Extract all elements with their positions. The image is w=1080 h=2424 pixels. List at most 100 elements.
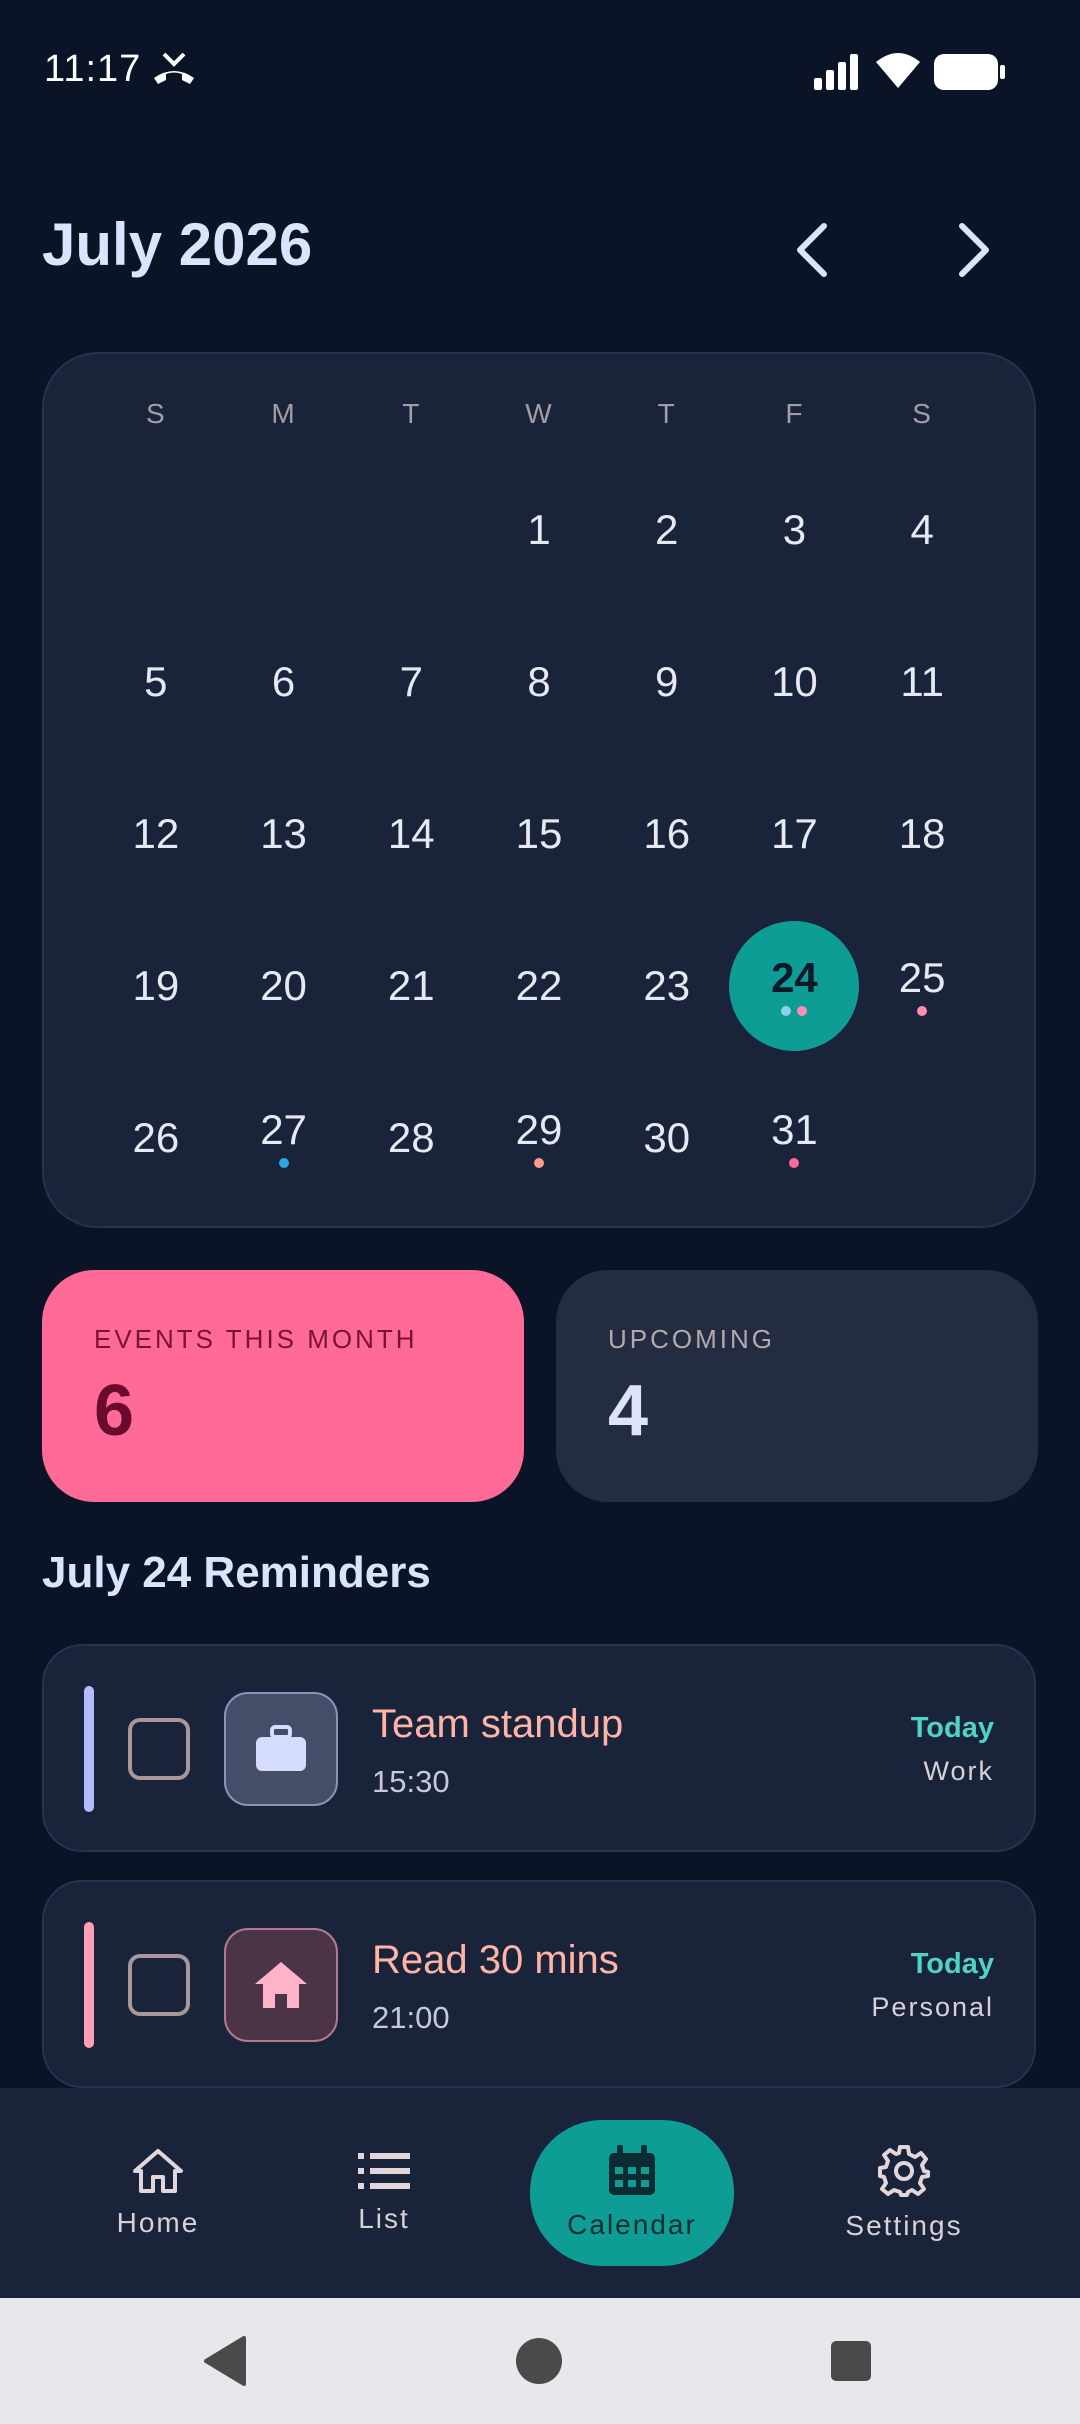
reminder-item[interactable]: Team standup 15:30 Today Work (42, 1644, 1036, 1852)
calendar-day[interactable]: 23 (603, 910, 731, 1062)
calendar-blank-cell (92, 454, 220, 606)
event-dots (789, 1158, 800, 1168)
nav-item-settings[interactable]: Settings (804, 2120, 1004, 2266)
battery-icon (934, 54, 1005, 90)
calendar-day[interactable]: 28 (347, 1062, 475, 1214)
nav-item-list[interactable]: List (284, 2120, 484, 2266)
calendar-day-number: 15 (515, 810, 563, 857)
calendar-day[interactable]: 3 (731, 454, 859, 606)
calendar-day[interactable]: 29 (475, 1062, 603, 1214)
next-month-button[interactable] (934, 210, 1014, 290)
previous-month-button[interactable] (772, 210, 852, 290)
home-circle-icon[interactable] (508, 2330, 570, 2392)
reminder-item[interactable]: Read 30 mins 21:00 Today Personal (42, 1880, 1036, 2088)
calendar-day[interactable]: 27 (220, 1062, 348, 1214)
calendar-day-number: 23 (643, 962, 691, 1009)
calendar-day[interactable]: 15 (475, 758, 603, 910)
calendar-day[interactable]: 25 (858, 910, 986, 1062)
reminder-title: Team standup (372, 1702, 624, 1746)
list-icon (358, 2153, 410, 2189)
calendar-day[interactable]: 8 (475, 606, 603, 758)
calendar-day[interactable]: 31 (731, 1062, 859, 1214)
calendar-day[interactable]: 24 (731, 910, 859, 1062)
calendar-day-number: 5 (144, 658, 168, 705)
calendar-day[interactable]: 30 (603, 1062, 731, 1214)
calendar-blank-cell (220, 454, 348, 606)
calendar-day[interactable]: 19 (92, 910, 220, 1062)
status-time: 11:17 (44, 48, 142, 90)
calendar-day[interactable]: 6 (220, 606, 348, 758)
chevron-right-icon (959, 223, 989, 277)
calendar-day[interactable]: 16 (603, 758, 731, 910)
home-icon (255, 1962, 307, 2008)
event-dots (278, 1158, 289, 1168)
calendar-day-number: 7 (399, 658, 423, 705)
calendar-day[interactable]: 7 (347, 606, 475, 758)
reminder-checkbox[interactable] (128, 1718, 190, 1780)
back-triangle-icon[interactable] (196, 2330, 258, 2392)
calendar-day-number: 11 (900, 658, 944, 705)
reminder-accent-bar (84, 1686, 94, 1812)
reminder-title: Read 30 mins (372, 1938, 619, 1982)
recents-square-icon[interactable] (820, 2330, 882, 2392)
calendar-day[interactable]: 26 (92, 1062, 220, 1214)
nav-item-home[interactable]: Home (58, 2120, 258, 2266)
calendar-day[interactable]: 21 (347, 910, 475, 1062)
calendar-day[interactable]: 20 (220, 910, 348, 1062)
upcoming-card[interactable]: UPCOMING 4 (556, 1270, 1038, 1502)
event-dots (533, 1158, 544, 1168)
reminder-type-tile (224, 1692, 338, 1806)
events-this-month-card[interactable]: EVENTS THIS MONTH 6 (42, 1270, 524, 1502)
status-bar: 11:17 (0, 0, 1080, 140)
calendar-day[interactable]: 17 (731, 758, 859, 910)
call-missed-icon (154, 52, 194, 84)
gear-icon (878, 2145, 930, 2197)
reminder-category: Personal (871, 1992, 994, 2022)
reminder-accent-bar (84, 1922, 94, 2048)
calendar-day-number: 3 (782, 506, 807, 553)
event-dot (917, 1006, 928, 1016)
calendar-day-number: 12 (132, 810, 180, 857)
calendar-day-number: 10 (771, 658, 818, 705)
reminder-checkbox[interactable] (128, 1954, 190, 2016)
weekday-label: T (402, 398, 421, 429)
calendar-day[interactable]: 2 (603, 454, 731, 606)
calendar-day-number: 27 (260, 1106, 307, 1153)
calendar-day[interactable]: 22 (475, 910, 603, 1062)
calendar-day-number: 13 (260, 810, 307, 857)
reminder-category: Work (923, 1756, 994, 1786)
events-this-month-value: 6 (94, 1371, 135, 1451)
weekday-label: F (785, 398, 804, 429)
event-dot (533, 1158, 544, 1168)
nav-label: List (358, 2203, 410, 2234)
nav-item-calendar[interactable]: Calendar (530, 2120, 734, 2266)
calendar-day[interactable]: 10 (731, 606, 859, 758)
calendar-day[interactable]: 9 (603, 606, 731, 758)
calendar-day-number: 25 (898, 954, 946, 1001)
calendar-day-number: 31 (771, 1106, 818, 1153)
event-dot (278, 1158, 289, 1168)
upcoming-label: UPCOMING (608, 1324, 775, 1354)
chevron-left-icon (797, 223, 827, 277)
calendar-day-number: 24 (771, 954, 818, 1001)
calendar-day-number: 1 (527, 506, 551, 553)
calendar-day[interactable]: 4 (858, 454, 986, 606)
calendar-day[interactable]: 13 (220, 758, 348, 910)
calendar-day[interactable]: 1 (475, 454, 603, 606)
month-title: July 2026 (42, 211, 313, 278)
calendar-day-number: 21 (387, 962, 435, 1009)
calendar-day-number: 26 (132, 1114, 180, 1161)
calendar-day-number: 14 (387, 810, 435, 857)
calendar-day-number: 18 (898, 810, 946, 857)
calendar-day[interactable]: 12 (92, 758, 220, 910)
home-outline-icon (133, 2149, 183, 2193)
calendar-icon (609, 2145, 655, 2195)
reminder-when: Today (910, 1712, 994, 1744)
calendar-day-number: 19 (132, 962, 180, 1009)
calendar-day[interactable]: 18 (858, 758, 986, 910)
calendar-day[interactable]: 11 (858, 606, 986, 758)
nav-label: Home (116, 2207, 200, 2238)
calendar-day[interactable]: 14 (347, 758, 475, 910)
calendar-day[interactable]: 5 (92, 606, 220, 758)
calendar-day-number: 16 (643, 810, 691, 857)
